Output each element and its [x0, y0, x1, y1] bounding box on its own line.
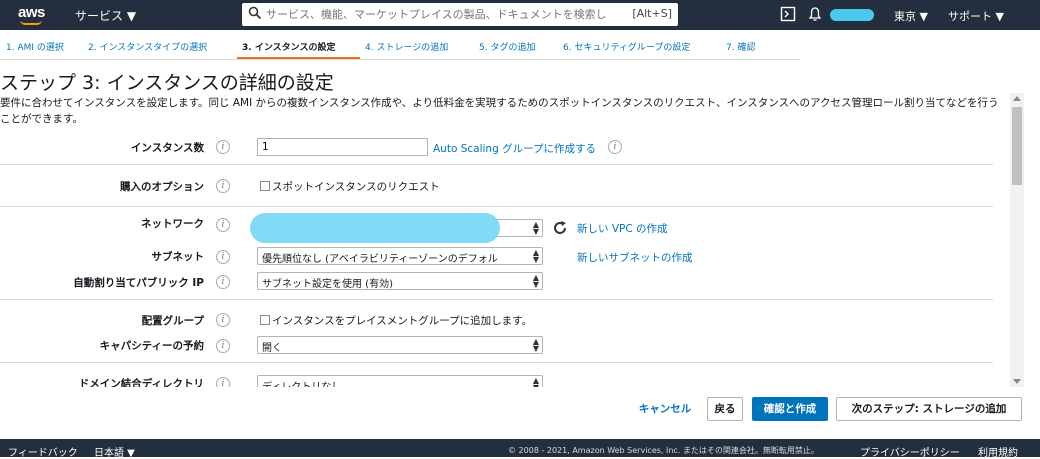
aws-logo-smile	[20, 20, 42, 25]
page-title: ステップ 3: インスタンスの詳細の設定	[0, 72, 334, 94]
public-ip-label: 自動割り当てパブリック IP	[73, 277, 204, 289]
step-instance-type[interactable]: 2. インスタンスタイプの選択	[88, 40, 207, 53]
create-subnet-link[interactable]: 新しいサブネットの作成	[577, 250, 693, 265]
placement-group-checkbox-label: インスタンスをプレイスメントグループに追加します。	[272, 315, 533, 327]
placement-group-label: 配置グループ	[141, 315, 204, 327]
public-ip-value: サブネット設定を使用 (有効)	[262, 279, 393, 290]
step-review[interactable]: 7. 確認	[726, 40, 755, 53]
top-navigation-bar: aws サービス ▼ [Alt+S] 東京 ▼ サポート ▼	[0, 0, 1040, 30]
info-icon[interactable]: i	[216, 313, 230, 327]
capacity-reservation-label: キャパシティーの予約	[99, 340, 204, 352]
public-ip-select[interactable]: サブネット設定を使用 (有効) ▲ ▼	[257, 272, 543, 290]
info-icon[interactable]: i	[216, 250, 230, 264]
instance-count-input[interactable]	[257, 138, 428, 156]
copyright-text: © 2008 - 2021, Amazon Web Services, Inc.…	[508, 446, 819, 455]
purchase-option-label: 購入のオプション	[120, 181, 204, 193]
info-icon[interactable]: i	[216, 339, 230, 353]
section-divider	[0, 164, 993, 165]
placement-group-option[interactable]: インスタンスをプレイスメントグループに追加します。	[260, 313, 532, 328]
section-divider	[0, 362, 993, 363]
info-icon[interactable]: i	[216, 179, 230, 193]
spot-request-option[interactable]: スポットインスタンスのリクエスト	[260, 179, 440, 194]
step-configure-instance[interactable]: 3. インスタンスの設定	[242, 40, 335, 53]
support-menu[interactable]: サポート ▼	[948, 8, 1004, 24]
scroll-up-arrow-icon[interactable]	[1013, 96, 1021, 101]
search-box[interactable]: [Alt+S]	[242, 3, 678, 26]
spot-request-checkbox[interactable]	[260, 181, 270, 191]
scroll-down-arrow-icon[interactable]	[1013, 379, 1021, 384]
search-shortcut: [Alt+S]	[632, 7, 672, 20]
subnet-value: 優先順位なし (アベイラビリティーゾーンのデフォル	[262, 254, 498, 265]
select-caret-icon: ▲▼	[532, 337, 539, 353]
subnet-select[interactable]: 優先順位なし (アベイラビリティーゾーンのデフォル ▲ ▼	[257, 247, 543, 265]
services-menu[interactable]: サービス ▼	[75, 7, 136, 24]
capacity-reservation-select[interactable]: 開く ▲ ▼	[257, 336, 543, 354]
next-step-button[interactable]: 次のステップ: ストレージの追加	[836, 397, 1022, 421]
section-divider	[0, 299, 993, 300]
cloudshell-icon[interactable]	[780, 6, 796, 22]
info-icon[interactable]: i	[216, 218, 230, 232]
refresh-icon[interactable]	[552, 220, 568, 236]
auto-scaling-link[interactable]: Auto Scaling グループに作成する	[433, 141, 596, 156]
wizard-steps: 1. AMI の選択 2. インスタンスタイプの選択 3. インスタンスの設定 …	[0, 36, 1040, 60]
search-icon	[248, 6, 262, 20]
select-caret-icon: ▲▼	[532, 248, 539, 264]
network-label: ネットワーク	[141, 218, 204, 230]
page-description: 要件に合わせてインスタンスを設定します。同じ AMI からの複数インスタンス作成…	[0, 97, 999, 125]
aws-logo[interactable]: aws	[18, 4, 45, 21]
step-ami[interactable]: 1. AMI の選択	[6, 40, 64, 53]
region-menu[interactable]: 東京 ▼	[894, 8, 928, 24]
back-button[interactable]: 戻る	[707, 397, 743, 421]
select-caret-icon: ▲▼	[532, 273, 539, 289]
spot-request-label: スポットインスタンスのリクエスト	[272, 181, 440, 193]
step-storage[interactable]: 4. ストレージの追加	[365, 40, 448, 53]
bell-icon[interactable]	[807, 6, 823, 22]
info-icon[interactable]: i	[608, 140, 622, 154]
placement-group-checkbox[interactable]	[260, 315, 270, 325]
info-icon[interactable]: i	[216, 140, 230, 154]
scroll-thumb[interactable]	[1012, 107, 1022, 185]
info-icon[interactable]: i	[216, 275, 230, 289]
subnet-label: サブネット	[151, 251, 205, 263]
steps-divider	[0, 59, 800, 60]
capacity-reservation-value: 開く	[262, 343, 282, 354]
instance-count-label: インスタンス数	[130, 142, 204, 154]
select-caret-icon: ▲▼	[532, 220, 539, 236]
cancel-button[interactable]: キャンセル	[633, 397, 697, 421]
review-and-launch-button[interactable]: 確認と作成	[752, 397, 828, 421]
step-security-group[interactable]: 6. セキュリティグループの設定	[563, 40, 690, 53]
footer: フィードバック 日本語 ▼ © 2008 - 2021, Amazon Web …	[0, 439, 1040, 459]
network-value-redacted	[250, 213, 500, 243]
account-menu-redacted[interactable]	[830, 9, 874, 21]
content-scrollbar[interactable]	[1010, 93, 1024, 387]
create-vpc-link[interactable]: 新しい VPC の作成	[577, 221, 668, 236]
section-divider	[0, 206, 993, 207]
step-tags[interactable]: 5. タグの追加	[479, 40, 535, 53]
search-input[interactable]	[266, 6, 626, 23]
